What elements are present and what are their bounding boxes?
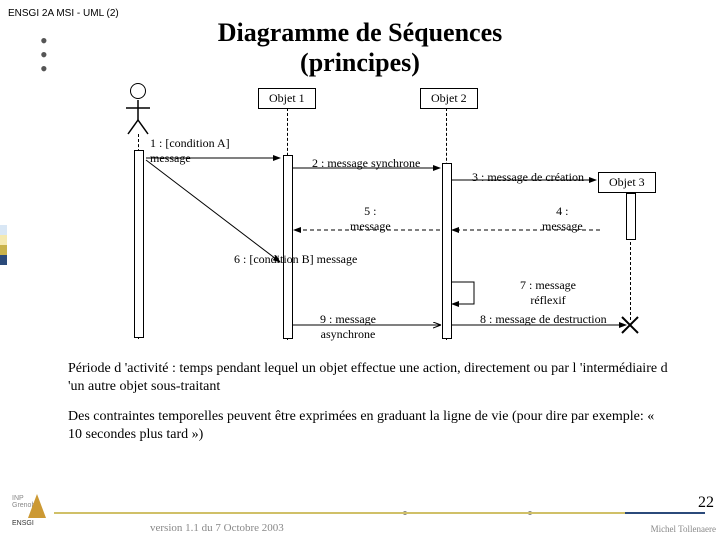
footer-band — [0, 512, 720, 514]
msg-8: 8 : message de destruction — [480, 312, 607, 327]
msg-7: 7 : message réflexif — [520, 278, 576, 308]
triangle-icon — [28, 494, 46, 518]
activation-1 — [283, 155, 293, 339]
activation-3 — [626, 193, 636, 240]
actor-icon — [130, 83, 146, 99]
msg-3: 3 : message de création — [472, 170, 584, 185]
paragraph-1: Période d 'activité : temps pendant lequ… — [68, 360, 668, 395]
msg-2: 2 : message synchrone — [312, 156, 420, 171]
msg-6: 6 : [condition B] message — [234, 252, 357, 267]
side-stripes — [0, 225, 7, 265]
msg-1: 1 : [condition A] message — [150, 136, 230, 166]
object-2: Objet 2 — [420, 88, 478, 109]
footer-author: Michel Tollenaere — [651, 524, 716, 534]
object-1: Objet 1 — [258, 88, 316, 109]
slide-title: Diagramme de Séquences (principes) — [0, 18, 720, 78]
bullet-marks: ••• — [40, 34, 48, 76]
object-3: Objet 3 — [598, 172, 656, 193]
paragraph-2: Des contraintes temporelles peuvent être… — [68, 408, 668, 443]
activation-actor — [134, 150, 144, 338]
page-number: 22 — [698, 494, 714, 512]
msg-5: 5 : message — [350, 204, 391, 234]
msg-4: 4 : message — [542, 204, 583, 234]
logo-bottom: ENSGI — [12, 520, 34, 527]
footer-version: version 1.1 du 7 Octobre 2003 — [150, 522, 284, 534]
msg-9: 9 : message asynchrone — [320, 312, 376, 342]
activation-2 — [442, 163, 452, 339]
diagram-svg — [0, 0, 720, 540]
